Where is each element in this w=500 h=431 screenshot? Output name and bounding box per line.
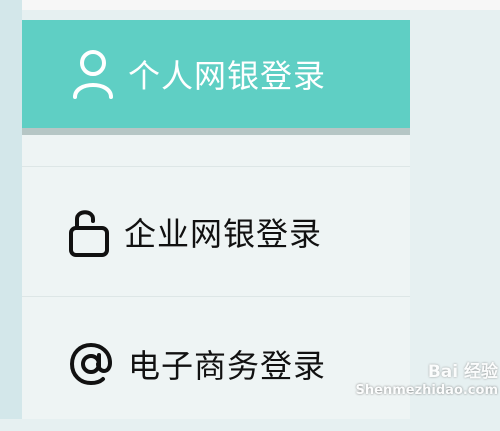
menu-item-corporate-banking-login[interactable]: 企业网银登录 (22, 166, 410, 296)
menu-item-personal-banking-login[interactable]: 个人网银登录 (22, 20, 410, 128)
login-menu: 个人网银登录 企业网银登录 电子商务登录 (22, 20, 410, 419)
watermark: Bai 经验 Shenmezhidao.com (350, 362, 498, 416)
unlock-icon (68, 206, 110, 258)
page-left-strip (0, 0, 22, 419)
page-top-strip (0, 0, 500, 10)
user-icon (70, 49, 116, 99)
at-sign-icon (68, 341, 114, 387)
watermark-url: Shenmezhidao.com (355, 383, 498, 398)
menu-item-label: 企业网银登录 (124, 214, 323, 253)
watermark-brand: Bai 经验 (427, 362, 498, 382)
menu-item-label: 电子商务登录 (128, 347, 327, 385)
menu-item-label: 个人网银登录 (128, 57, 327, 95)
